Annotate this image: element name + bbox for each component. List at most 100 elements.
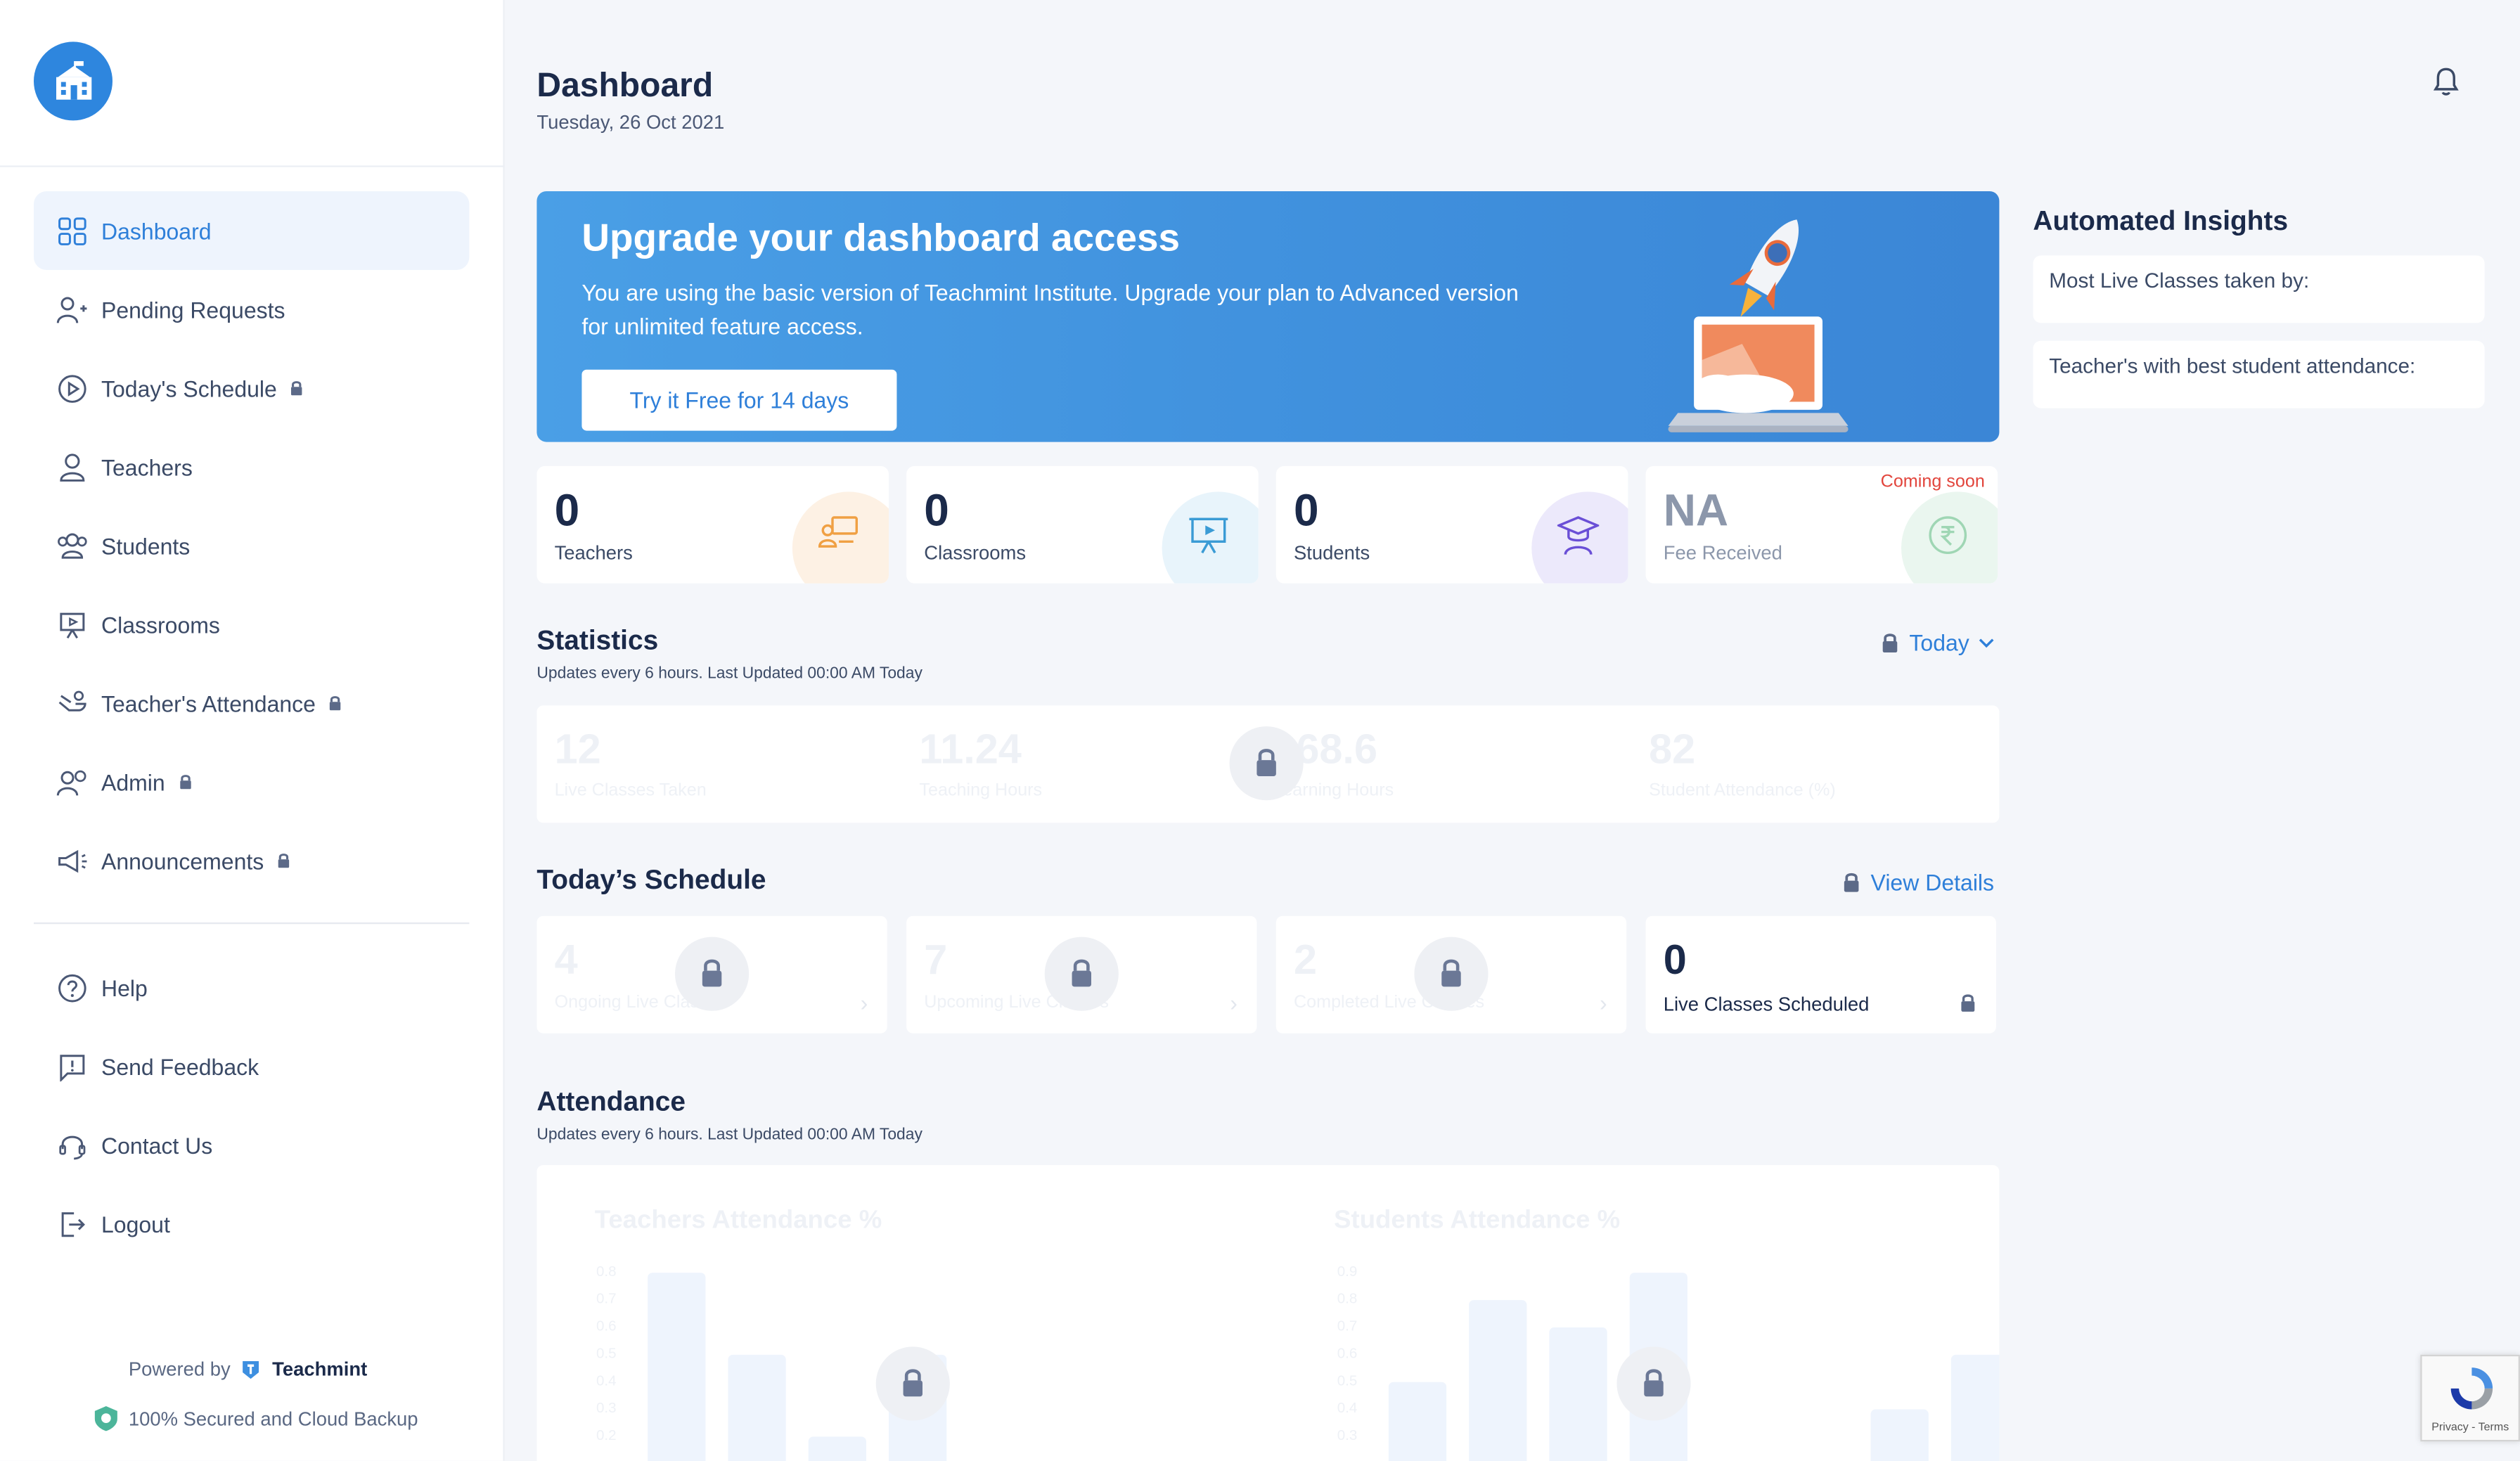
bell-icon[interactable]	[2430, 66, 2462, 98]
sidebar-item-pending-requests[interactable]: Pending Requests	[34, 270, 469, 349]
play-circle-icon	[56, 372, 89, 404]
sidebar-item-logout[interactable]: Logout	[34, 1185, 469, 1263]
schedule-card-scheduled[interactable]: 0 Live Classes Scheduled	[1645, 915, 1996, 1034]
schedule-card-completed[interactable]: 2 Completed Live Classes ›	[1275, 915, 1627, 1034]
shield-icon	[94, 1405, 117, 1431]
schedule-card-ongoing[interactable]: 4 Ongoing Live Classes ›	[536, 915, 887, 1034]
sidebar-item-today-s-schedule[interactable]: Today's Schedule	[34, 349, 469, 427]
stat-label: Fee Received	[1663, 541, 1782, 565]
view-details-link[interactable]: View Details	[1841, 870, 1994, 895]
presentation-icon	[56, 608, 89, 641]
feedback-icon	[56, 1050, 89, 1083]
stat-value: 12	[554, 724, 601, 773]
sidebar-nav-bottom: Help Send Feedback Contact Us Logout	[34, 948, 469, 1263]
chart-title: Teachers Attendance %	[594, 1206, 882, 1235]
chart-bar	[1950, 1354, 2000, 1461]
school-icon	[55, 60, 91, 99]
chevron-right-icon: ›	[1230, 989, 1238, 1016]
period-dropdown[interactable]: Today	[1880, 630, 1995, 656]
try-free-button[interactable]: Try it Free for 14 days	[581, 369, 897, 431]
chart-bar	[808, 1436, 866, 1461]
attendance-title: Attendance	[536, 1086, 686, 1117]
lock-icon	[1044, 937, 1119, 1011]
lock-icon[interactable]	[1229, 726, 1304, 801]
insights-title: Automated Insights	[2033, 205, 2289, 236]
sidebar-item-label: Contact Us	[101, 1132, 213, 1158]
megaphone-icon	[56, 844, 89, 877]
stat-card-students[interactable]: 0 Students	[1275, 465, 1628, 584]
sidebar-item-label: Teacher's Attendance	[101, 690, 316, 716]
powered-by-text: Powered by	[128, 1358, 231, 1381]
lock-icon	[277, 848, 292, 874]
user-icon	[56, 451, 89, 483]
sidebar-item-label: Admin	[101, 768, 165, 795]
teachmint-logo-icon	[243, 1360, 259, 1379]
logout-icon	[56, 1208, 89, 1240]
lock-icon	[1961, 994, 1975, 1012]
y-tick-label: 0.6	[1337, 1345, 1358, 1361]
recaptcha-badge[interactable]: Privacy - Terms	[2420, 1354, 2520, 1442]
attendance-panel: Teachers Attendance % Students Attendanc…	[536, 1165, 2000, 1461]
sidebar-divider	[0, 165, 505, 167]
lock-icon	[1844, 873, 1859, 892]
lock-icon[interactable]	[875, 1346, 950, 1421]
chart-bar	[648, 1273, 706, 1461]
chart-bar	[728, 1354, 786, 1461]
sidebar-item-admin[interactable]: Admin	[34, 742, 469, 821]
schedule-label: Live Classes Scheduled	[1663, 993, 1870, 1016]
stat-value: NA	[1663, 485, 1729, 536]
sidebar: Dashboard Pending Requests Today's Schedul…	[0, 0, 505, 1461]
sidebar-item-label: Dashboard	[101, 217, 212, 244]
secured-text: 100% Secured and Cloud Backup	[128, 1407, 418, 1430]
sidebar-item-send-feedback[interactable]: Send Feedback	[34, 1027, 469, 1106]
sidebar-item-announcements[interactable]: Announcements	[34, 821, 469, 900]
help-icon	[56, 972, 89, 1004]
chart-bar	[1870, 1409, 1929, 1461]
sidebar-item-label: Send Feedback	[101, 1053, 259, 1079]
stat-label: Teaching Hours	[919, 780, 1043, 801]
statistics-panel: 12 Live Classes Taken 11.24 Teaching Hou…	[536, 705, 2000, 823]
y-tick-label: 0.5	[1337, 1372, 1358, 1389]
sidebar-item-classrooms[interactable]: Classrooms	[34, 585, 469, 664]
sidebar-item-teacher-s-attendance[interactable]: Teacher's Attendance	[34, 664, 469, 742]
stat-card-fee[interactable]: NA Fee Received Coming soon	[1645, 465, 1998, 584]
y-tick-label: 0.7	[1337, 1318, 1358, 1334]
schedule-card-upcoming[interactable]: 7 Upcoming Live Classes ›	[906, 915, 1257, 1034]
secured-note: 100% Secured and Cloud Backup	[94, 1405, 418, 1432]
stat-label: Students	[1293, 541, 1370, 565]
y-tick-label: 0.4	[596, 1372, 617, 1389]
insight-card: Teacher's with best student attendance:	[2033, 340, 2485, 408]
rupee-icon	[1901, 491, 1998, 584]
sidebar-item-dashboard[interactable]: Dashboard	[33, 191, 470, 270]
sidebar-item-contact-us[interactable]: Contact Us	[34, 1106, 469, 1185]
stat-card-teachers[interactable]: 0 Teachers	[536, 465, 889, 584]
chevron-down-icon	[1979, 638, 1995, 648]
lock-icon	[1882, 633, 1898, 652]
sidebar-item-students[interactable]: Students	[34, 506, 469, 585]
page-title: Dashboard	[536, 67, 714, 105]
statistics-subtitle: Updates every 6 hours. Last Updated 00:0…	[536, 665, 922, 683]
y-tick-label: 0.9	[1337, 1263, 1358, 1280]
lock-icon	[290, 375, 304, 401]
banner-title: Upgrade your dashboard access	[581, 217, 1181, 261]
lock-icon	[328, 690, 343, 716]
headset-icon	[56, 1129, 89, 1161]
sidebar-item-label: Pending Requests	[101, 296, 285, 323]
stat-card-classrooms[interactable]: 0 Classrooms	[906, 465, 1259, 584]
chart-bar	[1549, 1327, 1607, 1461]
brand-name: Teachmint	[272, 1358, 368, 1381]
statistics-title: Statistics	[536, 625, 659, 656]
recaptcha-icon	[2450, 1367, 2493, 1410]
schedule-value: 7	[924, 935, 948, 984]
school-logo[interactable]	[33, 41, 112, 121]
chart-bar	[1469, 1300, 1527, 1461]
y-tick-label: 0.4	[1337, 1399, 1358, 1416]
chevron-right-icon: ›	[860, 989, 868, 1016]
sidebar-item-label: Today's Schedule	[101, 375, 277, 401]
chevron-right-icon: ›	[1600, 989, 1607, 1016]
sidebar-item-help[interactable]: Help	[34, 948, 469, 1027]
y-tick-label: 0.8	[596, 1263, 617, 1280]
stat-value: 0	[554, 485, 580, 536]
lock-icon[interactable]	[1616, 1346, 1691, 1421]
sidebar-item-teachers[interactable]: Teachers	[34, 427, 469, 506]
